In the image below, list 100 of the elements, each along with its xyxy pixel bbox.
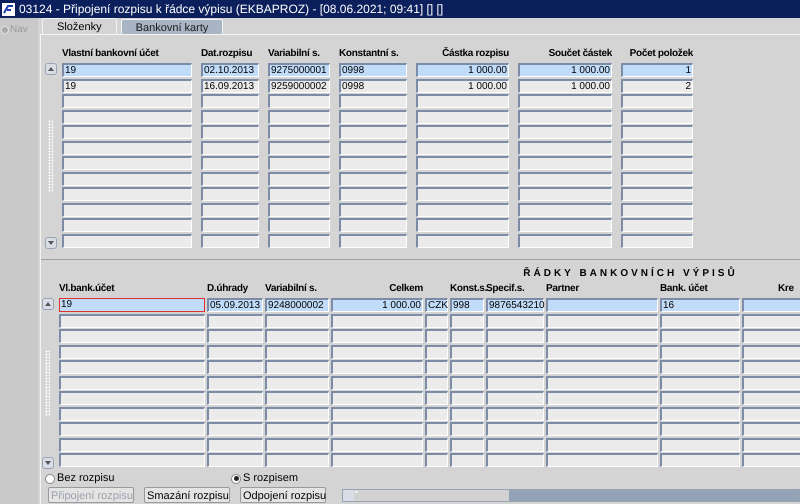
empty-cell[interactable] [339,94,407,108]
table-cell[interactable]: 9876543210 [486,298,544,312]
empty-cell[interactable] [660,453,740,467]
empty-cell[interactable] [268,172,330,186]
empty-cell[interactable] [546,376,658,390]
empty-cell[interactable] [742,314,800,328]
table-cell[interactable]: 1 [621,63,693,77]
empty-cell[interactable] [660,329,740,343]
empty-cell[interactable] [546,298,658,312]
radio-option[interactable]: S rozpisem [231,470,298,487]
empty-cell[interactable] [201,94,259,108]
empty-cell[interactable] [518,234,612,248]
empty-cell[interactable] [331,391,423,405]
empty-cell[interactable] [742,344,800,358]
scroll-down-button[interactable] [44,237,56,249]
table-cell[interactable]: 16 [660,298,740,312]
empty-cell[interactable] [546,314,658,328]
empty-cell[interactable] [660,391,740,405]
empty-cell[interactable] [518,172,612,186]
empty-cell[interactable] [486,329,544,343]
tab[interactable]: Složenky [42,18,117,34]
empty-cell[interactable] [268,187,330,201]
empty-cell[interactable] [416,218,509,232]
empty-cell[interactable] [425,453,448,467]
empty-cell[interactable] [621,172,693,186]
empty-cell[interactable] [59,360,205,374]
table-cell[interactable]: 1 000.00 [416,78,509,92]
empty-cell[interactable] [268,110,330,124]
empty-cell[interactable] [331,406,423,420]
empty-cell[interactable] [518,140,612,154]
table-cell[interactable]: 0998 [339,78,407,92]
empty-cell[interactable] [425,422,448,436]
empty-cell[interactable] [660,314,740,328]
empty-cell[interactable] [201,218,259,232]
empty-cell[interactable] [59,391,205,405]
empty-cell[interactable] [268,94,330,108]
empty-cell[interactable] [450,376,484,390]
empty-cell[interactable] [742,298,800,312]
empty-cell[interactable] [546,406,658,420]
horizontal-scrollbar[interactable] [342,488,800,502]
empty-cell[interactable] [425,391,448,405]
empty-cell[interactable] [331,438,423,452]
scroll-down-button[interactable] [42,456,54,468]
empty-cell[interactable] [265,360,329,374]
empty-cell[interactable] [331,360,423,374]
empty-cell[interactable] [416,140,509,154]
empty-cell[interactable] [416,125,509,139]
table-cell[interactable]: 19 [62,63,192,77]
empty-cell[interactable] [660,406,740,420]
empty-cell[interactable] [268,218,330,232]
empty-cell[interactable] [660,438,740,452]
empty-cell[interactable] [486,391,544,405]
table-cell[interactable]: 1 000.00 [518,63,612,77]
empty-cell[interactable] [742,360,800,374]
empty-cell[interactable] [450,391,484,405]
empty-cell[interactable] [742,422,800,436]
empty-cell[interactable] [546,438,658,452]
empty-cell[interactable] [450,314,484,328]
empty-cell[interactable] [62,202,192,216]
table-cell[interactable]: 16.09.2013 [201,78,259,92]
empty-cell[interactable] [450,360,484,374]
empty-cell[interactable] [201,172,259,186]
empty-cell[interactable] [268,202,330,216]
table-cell[interactable]: 0998 [339,63,407,77]
empty-cell[interactable] [331,453,423,467]
empty-cell[interactable] [62,234,192,248]
action-button[interactable]: Odpojení rozpisu [240,487,326,504]
empty-cell[interactable] [742,453,800,467]
empty-cell[interactable] [207,406,263,420]
empty-cell[interactable] [207,376,263,390]
table-cell[interactable]: 1 000.00 [331,298,423,312]
empty-cell[interactable] [201,234,259,248]
empty-cell[interactable] [621,187,693,201]
empty-cell[interactable] [450,406,484,420]
empty-cell[interactable] [518,202,612,216]
table-cell[interactable]: 9259000002 [268,78,330,92]
empty-cell[interactable] [518,218,612,232]
empty-cell[interactable] [546,344,658,358]
empty-cell[interactable] [518,156,612,170]
empty-cell[interactable] [265,344,329,358]
empty-cell[interactable] [339,125,407,139]
scroll-grip-icon[interactable] [48,120,53,192]
table-cell[interactable]: 19 [62,78,192,92]
empty-cell[interactable] [268,234,330,248]
empty-cell[interactable] [486,453,544,467]
empty-cell[interactable] [425,314,448,328]
empty-cell[interactable] [265,314,329,328]
empty-cell[interactable] [62,172,192,186]
empty-cell[interactable] [207,391,263,405]
empty-cell[interactable] [265,376,329,390]
empty-cell[interactable] [331,314,423,328]
table-cell[interactable]: 9248000002 [265,298,329,312]
empty-cell[interactable] [339,187,407,201]
tab[interactable]: Bankovní karty [120,19,224,34]
empty-cell[interactable] [518,110,612,124]
empty-cell[interactable] [486,376,544,390]
empty-cell[interactable] [207,422,263,436]
empty-cell[interactable] [660,376,740,390]
empty-cell[interactable] [621,110,693,124]
empty-cell[interactable] [450,329,484,343]
